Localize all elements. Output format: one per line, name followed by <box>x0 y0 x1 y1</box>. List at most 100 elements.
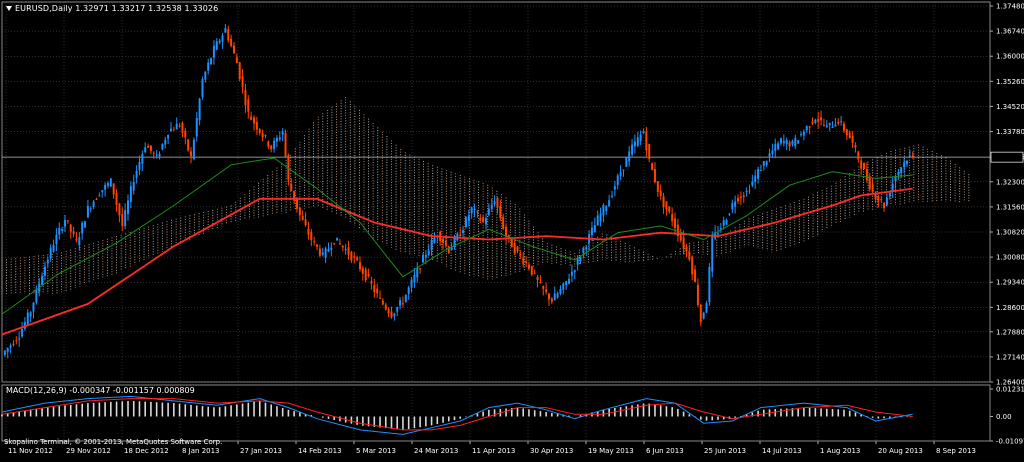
candle-body <box>238 62 241 80</box>
candle-body <box>679 234 682 241</box>
candle-body <box>585 246 588 250</box>
candle-body <box>863 162 866 170</box>
x-tick-label: 11 Nov 2012 <box>8 447 53 455</box>
y-tick-label: 1.37480 <box>996 3 1024 11</box>
candle-body <box>817 118 820 122</box>
candle-body <box>129 186 132 202</box>
candle-body <box>104 184 107 190</box>
candle-body <box>602 204 605 216</box>
candle-body <box>161 143 164 150</box>
candle-body <box>553 293 556 301</box>
candle-body <box>785 139 788 145</box>
candle-body <box>270 145 273 150</box>
candle-body <box>89 208 92 210</box>
candle-body <box>347 247 350 255</box>
candle-body <box>905 160 908 165</box>
candle-body <box>81 222 84 234</box>
candle-body <box>370 280 373 284</box>
candle-body <box>496 197 499 208</box>
candle-body <box>164 139 167 145</box>
candle-body <box>857 151 860 160</box>
candle-body <box>665 201 668 210</box>
candle-body <box>831 126 834 128</box>
candle-body <box>61 229 64 231</box>
candle-body <box>109 178 112 187</box>
candle-body <box>210 58 213 65</box>
candle-body <box>313 241 316 243</box>
candle-body <box>565 281 568 286</box>
candle-body <box>250 116 253 120</box>
candle-body <box>705 303 708 313</box>
candle-body <box>184 130 187 138</box>
candle-body <box>834 124 837 127</box>
candle-body <box>459 234 462 237</box>
candle-body <box>49 247 52 259</box>
candle-body <box>141 154 144 164</box>
candle-body <box>127 200 130 215</box>
candle-body <box>593 224 596 233</box>
candle-body <box>290 183 293 191</box>
candle-body <box>791 140 794 145</box>
candle-body <box>691 256 694 275</box>
candle-body <box>762 161 765 166</box>
candle-body <box>221 35 224 42</box>
candle-body <box>568 278 571 284</box>
candle-body <box>860 160 863 169</box>
candle-body <box>711 235 714 272</box>
candle-body <box>361 268 364 274</box>
candle-body <box>874 194 877 200</box>
candle-body <box>135 170 138 178</box>
y-tick-label: 1.34520 <box>996 103 1024 111</box>
candle-body <box>897 171 900 176</box>
candle-body <box>900 167 903 173</box>
candle-body <box>570 271 573 276</box>
candle-body <box>98 195 101 197</box>
candle-body <box>381 300 384 305</box>
candle-body <box>502 216 505 229</box>
candle-body <box>548 293 551 300</box>
x-tick-label: 25 Jun 2013 <box>704 447 746 455</box>
candle-body <box>596 215 599 226</box>
y-tick-label: 1.27880 <box>996 328 1024 336</box>
candle-body <box>888 193 891 197</box>
candle-body <box>43 266 46 276</box>
candle-body <box>493 201 496 205</box>
candle-body <box>800 134 803 136</box>
candle-body <box>865 169 868 180</box>
candle-body <box>190 151 193 157</box>
dropdown-arrow-icon[interactable] <box>6 6 12 11</box>
candle-body <box>35 288 38 303</box>
candle-body <box>559 289 562 294</box>
candle-body <box>722 220 725 226</box>
candle-body <box>144 147 147 153</box>
candle-body <box>172 129 175 131</box>
candle-body <box>608 200 611 207</box>
candle-body <box>519 254 522 256</box>
candle-body <box>631 144 634 155</box>
candle-body <box>771 150 774 154</box>
candle-body <box>364 269 367 281</box>
candle-body <box>195 117 198 137</box>
candle-body <box>421 254 424 263</box>
candle-body <box>828 122 831 126</box>
candle-body <box>356 257 359 260</box>
candle-body <box>58 227 61 235</box>
candle-body <box>367 274 370 277</box>
candle-body <box>848 132 851 139</box>
macd-y-tick-label: 0.012318 <box>996 386 1024 394</box>
candle-body <box>232 45 235 54</box>
candle-body <box>158 153 161 157</box>
candle-body <box>633 141 636 147</box>
candle-body <box>811 121 814 124</box>
candle-body <box>725 219 728 225</box>
candle-body <box>536 276 539 280</box>
candle-body <box>656 181 659 192</box>
candle-body <box>794 137 797 147</box>
candle-body <box>854 145 857 148</box>
candle-body <box>688 251 691 260</box>
candle-body <box>522 257 525 264</box>
candle-body <box>384 304 387 310</box>
candle-body <box>840 121 843 123</box>
candle-body <box>427 250 430 256</box>
x-tick-label: 5 Mar 2013 <box>356 447 396 455</box>
